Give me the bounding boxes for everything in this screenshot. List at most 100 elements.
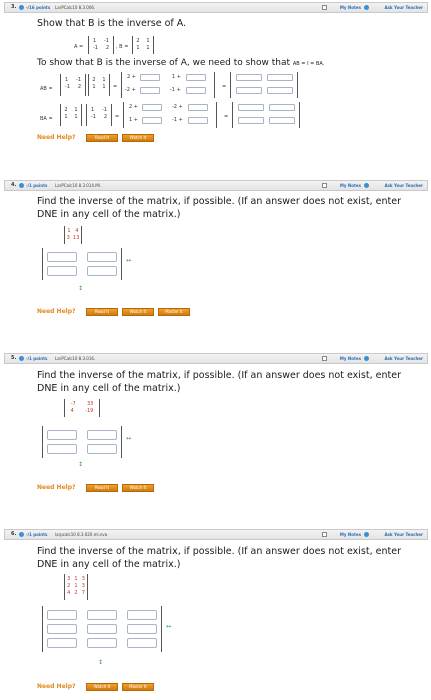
answer-cell-21[interactable] xyxy=(47,266,77,276)
answer-cell-21[interactable] xyxy=(47,624,77,634)
my-notes-link[interactable]: My Notes xyxy=(340,181,361,190)
ask-teacher-link[interactable]: Ask Your Teacher xyxy=(384,181,423,190)
prefix-label: -2 + xyxy=(172,104,183,110)
source-label: larpcalc10 8.3.020.mi.nva xyxy=(55,532,108,537)
column-arrows-icon[interactable]: ↔ xyxy=(126,436,131,442)
question-header-3: 3. -/16 points LarPCalc10 8.3.006. My No… xyxy=(4,2,428,13)
status-dot-icon xyxy=(19,5,24,10)
answer-cell-23[interactable] xyxy=(127,624,157,634)
watch-it-button[interactable]: Watch It xyxy=(122,134,154,142)
answer-cell-12[interactable] xyxy=(87,430,117,440)
answer-matrix xyxy=(42,606,162,652)
ba-matrix-b: 21 11 xyxy=(60,104,82,126)
column-arrows-icon[interactable]: ↔ xyxy=(166,624,171,630)
points-label: -/1 points xyxy=(26,532,48,537)
ask-teacher-icon xyxy=(364,183,369,188)
ba-label: BA = xyxy=(40,116,53,122)
master-it-button[interactable]: Master It xyxy=(122,683,154,691)
my-notes-checkbox[interactable] xyxy=(322,183,327,188)
answer-cell-11[interactable] xyxy=(47,430,77,440)
my-notes-checkbox[interactable] xyxy=(322,356,327,361)
answer-cell-22[interactable] xyxy=(87,444,117,454)
answer-cell-12[interactable] xyxy=(87,252,117,262)
ba-result-matrix xyxy=(232,102,300,128)
ab-result-11[interactable] xyxy=(236,74,262,81)
answer-cell-11[interactable] xyxy=(47,252,77,262)
ba-result-22[interactable] xyxy=(269,117,295,124)
ab-result-matrix xyxy=(230,72,298,98)
answer-cell-22[interactable] xyxy=(87,624,117,634)
question-header-6: 6. -/1 points larpcalc10 8.3.020.mi.nva … xyxy=(4,529,428,540)
ab-cell-22[interactable] xyxy=(186,87,206,94)
answer-cell-31[interactable] xyxy=(47,638,77,648)
ba-cell-11[interactable] xyxy=(142,104,162,111)
my-notes-link[interactable]: My Notes xyxy=(340,354,361,363)
answer-matrix xyxy=(42,426,122,458)
need-help-label: Need Help? xyxy=(37,134,76,141)
equals-sign: = xyxy=(113,84,118,90)
watch-it-button[interactable]: Watch It xyxy=(122,484,154,492)
question-number: 5. xyxy=(11,355,17,361)
ab-result-12[interactable] xyxy=(267,74,293,81)
answer-cell-22[interactable] xyxy=(87,266,117,276)
ba-result-11[interactable] xyxy=(238,104,264,111)
ab-cell-12[interactable] xyxy=(186,74,206,81)
ask-teacher-icon xyxy=(364,356,369,361)
source-label: LarPCalc10 8.3.016. xyxy=(55,356,96,361)
answer-cell-12[interactable] xyxy=(87,610,117,620)
master-it-button[interactable]: Master It xyxy=(158,308,190,316)
ask-teacher-link[interactable]: Ask Your Teacher xyxy=(384,3,423,12)
ba-cell-22[interactable] xyxy=(188,117,208,124)
matrix-b: 21 11 xyxy=(132,36,154,54)
equals-sign: = xyxy=(115,114,120,120)
question-number: 4. xyxy=(11,182,17,188)
answer-cell-11[interactable] xyxy=(47,610,77,620)
ask-teacher-link[interactable]: Ask Your Teacher xyxy=(384,530,423,539)
my-notes-link[interactable]: My Notes xyxy=(340,3,361,12)
matrix-a-label: A = xyxy=(74,44,84,50)
ba-result-21[interactable] xyxy=(238,117,264,124)
ask-teacher-icon xyxy=(364,532,369,537)
my-notes-checkbox[interactable] xyxy=(322,532,327,537)
ba-result-12[interactable] xyxy=(269,104,295,111)
ab-result-22[interactable] xyxy=(267,87,293,94)
watch-it-button[interactable]: Watch It xyxy=(122,308,154,316)
ab-cell-21[interactable] xyxy=(140,87,160,94)
given-matrix: 14 3 13 xyxy=(64,226,82,244)
row-arrows-icon[interactable]: ↕ xyxy=(78,286,83,292)
ab-matrix-b: 21 11 xyxy=(88,74,110,96)
row-arrows-icon[interactable]: ↕ xyxy=(78,462,83,468)
given-matrix: -7 33 4 -19 xyxy=(64,399,100,417)
source-label: LarPCalc10 8.3.014.MI. xyxy=(55,183,102,188)
prefix-label: 1 + xyxy=(172,74,181,80)
points-label: -/16 points xyxy=(26,5,51,10)
row-arrows-icon[interactable]: ↕ xyxy=(98,660,103,666)
ab-result-21[interactable] xyxy=(236,87,262,94)
answer-cell-13[interactable] xyxy=(127,610,157,620)
my-notes-link[interactable]: My Notes xyxy=(340,530,361,539)
answer-cell-32[interactable] xyxy=(87,638,117,648)
question-header-4: 4. -/1 points LarPCalc10 8.3.014.MI. My … xyxy=(4,180,428,191)
status-dot-icon xyxy=(19,356,24,361)
ask-teacher-link[interactable]: Ask Your Teacher xyxy=(384,354,423,363)
prefix-label: 2 + xyxy=(129,104,138,110)
given-matrix: 313 213 427 xyxy=(64,574,88,600)
my-notes-checkbox[interactable] xyxy=(322,5,327,10)
read-it-button[interactable]: Read It xyxy=(86,308,118,316)
read-it-button[interactable]: Read It xyxy=(86,484,118,492)
column-arrows-icon[interactable]: ↔ xyxy=(126,258,131,264)
need-help-label: Need Help? xyxy=(37,308,76,315)
read-it-button[interactable]: Read It xyxy=(86,134,118,142)
ab-label: AB = xyxy=(40,86,53,92)
ab-cell-11[interactable] xyxy=(140,74,160,81)
question-prompt: Find the inverse of the matrix, if possi… xyxy=(37,196,401,220)
answer-cell-33[interactable] xyxy=(127,638,157,648)
ba-cell-21[interactable] xyxy=(142,117,162,124)
prefix-label: -1 + xyxy=(172,117,183,123)
question-prompt: Find the inverse of the matrix, if possi… xyxy=(37,546,401,570)
points-label: -/1 points xyxy=(26,183,48,188)
instruction-text: To show that B is the inverse of A, we n… xyxy=(37,58,325,68)
ba-cell-12[interactable] xyxy=(188,104,208,111)
answer-cell-21[interactable] xyxy=(47,444,77,454)
watch-it-button[interactable]: Watch It xyxy=(86,683,118,691)
